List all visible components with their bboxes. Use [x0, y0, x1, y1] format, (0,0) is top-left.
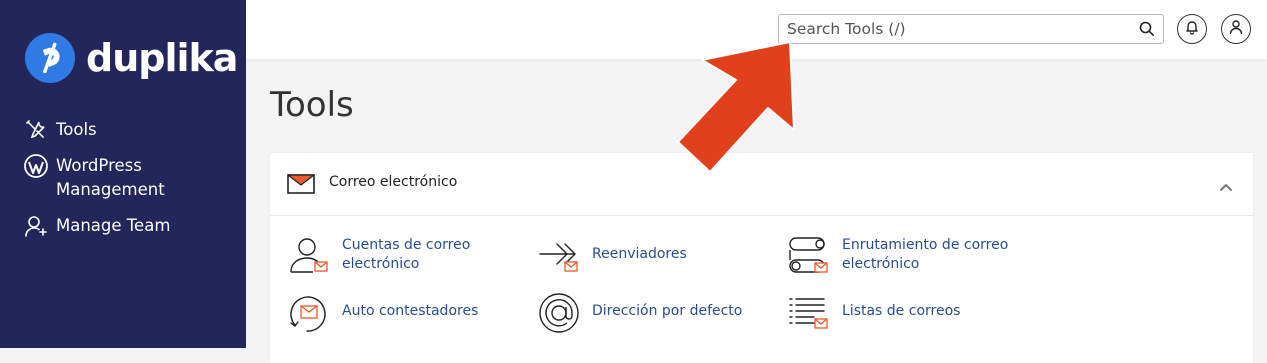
email-accounts-icon	[287, 234, 331, 278]
default-address-icon	[537, 291, 581, 335]
tool-email-routing[interactable]: Enrutamiento de correo electrónico	[787, 234, 1008, 278]
notifications-button[interactable]	[1177, 14, 1207, 44]
user-icon	[1228, 19, 1244, 39]
page-title: Tools	[270, 85, 354, 125]
email-tools-panel: Correo electrónico Cuentas de correo ele…	[270, 153, 1253, 363]
tool-label: Dirección por defecto	[592, 303, 743, 319]
sidebar-item-label: Tools	[56, 120, 97, 139]
bell-icon	[1184, 19, 1200, 39]
tool-label: Cuentas de correo electrónico	[342, 237, 471, 272]
brand-logo[interactable]: duplika	[24, 32, 238, 84]
tool-mailing-lists[interactable]: Listas de correos	[787, 291, 960, 335]
user-menu-button[interactable]	[1221, 14, 1251, 44]
wordpress-icon	[24, 154, 48, 178]
panel-header[interactable]: Correo electrónico	[270, 153, 1253, 216]
autoresponders-icon	[287, 291, 331, 335]
sidebar-item-tools[interactable]: Tools	[0, 118, 246, 142]
brand-name: duplika	[86, 36, 238, 80]
sidebar-item-label: Manage Team	[56, 216, 171, 235]
sidebar: duplika Tools WordPress Management Manag…	[0, 0, 246, 348]
tool-forwarders[interactable]: Reenviadores	[537, 234, 687, 278]
sidebar-item-wordpress[interactable]: WordPress Management	[0, 154, 246, 202]
forwarders-icon	[537, 234, 581, 278]
tools-icon	[24, 118, 48, 142]
tool-label: Listas de correos	[842, 303, 961, 319]
tool-autoresponders[interactable]: Auto contestadores	[287, 291, 478, 335]
chevron-up-icon[interactable]	[1219, 177, 1233, 196]
search-box	[778, 14, 1164, 44]
search-icon[interactable]	[1138, 20, 1156, 38]
panel-title: Correo electrónico	[329, 174, 458, 190]
tool-label: Enrutamiento de correo electrónico	[842, 237, 1009, 272]
search-input[interactable]	[779, 16, 1138, 42]
envelope-icon	[287, 174, 315, 198]
tool-label: Auto contestadores	[342, 303, 479, 319]
manage-team-icon	[24, 214, 48, 238]
top-header	[246, 0, 1267, 59]
tool-email-accounts[interactable]: Cuentas de correo electrónico	[287, 234, 470, 278]
tool-label: Reenviadores	[592, 246, 687, 262]
email-routing-icon	[787, 234, 831, 278]
duplika-logo-icon	[24, 32, 76, 84]
tool-default-address[interactable]: Dirección por defecto	[537, 291, 742, 335]
sidebar-nav: Tools WordPress Management Manage Team	[0, 118, 246, 250]
sidebar-item-manage-team[interactable]: Manage Team	[0, 214, 246, 238]
sidebar-item-label: WordPress Management	[56, 156, 165, 199]
mailing-lists-icon	[787, 291, 831, 335]
